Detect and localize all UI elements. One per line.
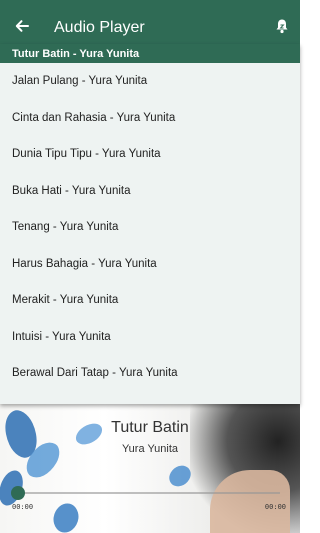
track-item[interactable]: Tenang - Yura Yunita (0, 209, 300, 246)
now-playing-artist: Yura Yunita (121, 443, 179, 455)
page-title: Audio Player (54, 19, 145, 36)
track-item[interactable]: Merakit - Yura Yunita (0, 282, 300, 319)
track-item[interactable]: Intuisi - Yura Yunita (0, 319, 300, 356)
track-item[interactable]: Dunia Tipu Tipu - Yura Yunita (0, 136, 300, 173)
track-item[interactable]: Buka Hati - Yura Yunita (0, 173, 300, 210)
elapsed-time: 00:00 (12, 503, 34, 511)
notification-button[interactable] (272, 18, 292, 38)
track-list: Tutur Batin - Yura Yunita Jalan Pulang -… (0, 44, 300, 404)
track-item[interactable]: Cinta dan Rahasia - Yura Yunita (0, 100, 300, 137)
track-item[interactable]: Jalan Pulang - Yura Yunita (0, 63, 300, 100)
bell-icon (275, 18, 289, 39)
progress-bar[interactable] (18, 492, 280, 494)
track-item[interactable]: Berawal Dari Tatap - Yura Yunita (0, 355, 300, 392)
total-duration: 00:00 (264, 503, 286, 511)
now-playing-title: Tutur Batin (111, 419, 189, 436)
arrow-left-icon (14, 18, 30, 39)
progress-knob[interactable] (11, 486, 25, 500)
track-item[interactable]: Harus Bahagia - Yura Yunita (0, 246, 300, 283)
track-item-active[interactable]: Tutur Batin - Yura Yunita (0, 44, 300, 63)
